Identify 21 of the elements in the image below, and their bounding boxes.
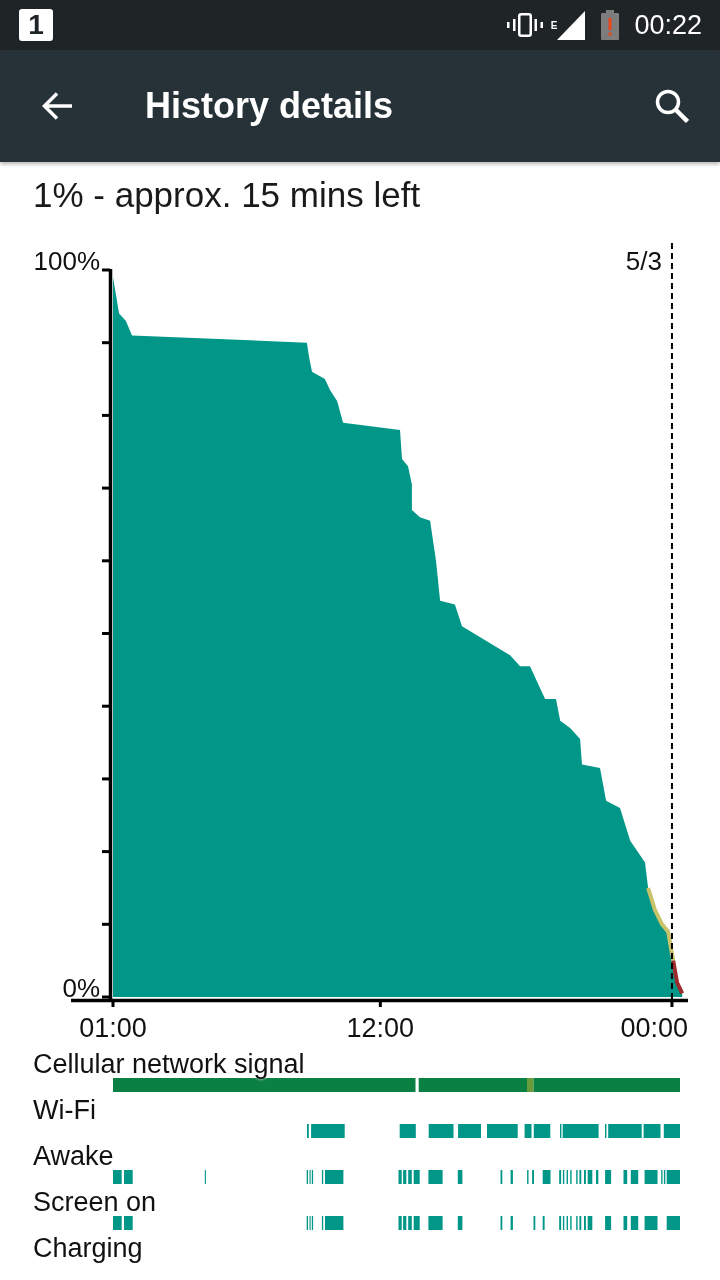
network-type-label: E [550, 21, 558, 31]
date-label: 5/3 [625, 246, 662, 276]
x-axis-label: 01:00 [79, 1013, 147, 1043]
y-axis-label: 100% [33, 246, 100, 276]
status-time: 00:22 [634, 10, 702, 40]
page-title: History details [145, 85, 395, 127]
search-icon [655, 89, 689, 123]
timeline-label: Awake [33, 1142, 114, 1170]
vibrate-icon [506, 13, 543, 37]
y-axis-label: 0% [62, 973, 100, 1003]
timeline-label: Cellular network signal [33, 1050, 305, 1078]
timeline-label: Screen on [33, 1188, 157, 1216]
timeline-label: Wi-Fi [33, 1096, 96, 1124]
x-axis-label: 00:00 [620, 1013, 688, 1043]
signal-icon [557, 10, 586, 40]
x-axis-label: 12:00 [346, 1013, 415, 1043]
back-arrow-icon [41, 91, 73, 121]
calendar-notification: 1 [19, 9, 53, 41]
timeline-label: Charging [33, 1234, 143, 1262]
battery-alert-icon [601, 10, 620, 40]
battery-summary: 1% - approx. 15 mins left [32, 174, 422, 216]
